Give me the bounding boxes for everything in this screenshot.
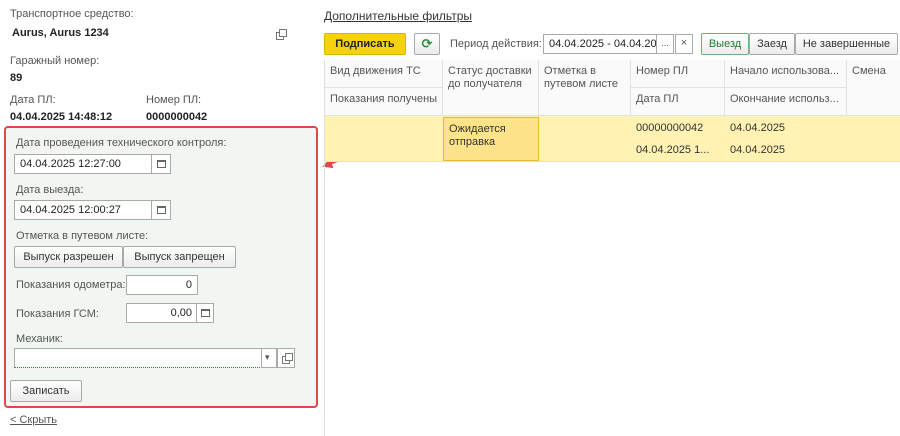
vehicle-value: Aurus, Aurus 1234 bbox=[12, 27, 109, 39]
header-shift[interactable]: Смена bbox=[847, 60, 900, 116]
cell-pl-number[interactable]: 00000000042 bbox=[631, 117, 725, 139]
period-clear-button[interactable]: × bbox=[675, 34, 693, 54]
fuel-label: Показания ГСМ: bbox=[16, 308, 99, 320]
open-icon bbox=[282, 353, 293, 364]
filter-arrival-button[interactable]: Заезд bbox=[749, 33, 795, 55]
hide-link[interactable]: < Скрыть bbox=[10, 414, 57, 426]
fuel-calculator-button[interactable] bbox=[196, 303, 214, 323]
departure-date-input[interactable]: 04.04.2025 12:00:27 bbox=[14, 200, 152, 220]
period-input[interactable]: 04.04.2025 - 04.04.20 bbox=[543, 34, 657, 54]
waybill-date-value: 04.04.2025 14:48:12 bbox=[10, 111, 113, 123]
mechanic-open-button[interactable] bbox=[277, 348, 295, 368]
departure-date-label: Дата выезда: bbox=[16, 184, 84, 196]
header-waybill-mark[interactable]: Отметка в путевом листе bbox=[539, 60, 631, 116]
technical-control-panel: Дата проведения технического контроля: 0… bbox=[4, 126, 318, 408]
header-readings-received[interactable]: Показания получены bbox=[325, 88, 443, 116]
waybill-number-value: 0000000042 bbox=[146, 111, 208, 123]
cell-delivery-status[interactable]: Ожидается отправка bbox=[443, 117, 539, 161]
departure-calendar-button[interactable] bbox=[151, 200, 171, 220]
mechanic-label: Механик: bbox=[16, 333, 63, 345]
release-denied-button[interactable]: Выпуск запрещен bbox=[123, 246, 236, 268]
filter-unfinished-button[interactable]: Не завершенные bbox=[795, 33, 898, 55]
cell-usage-start[interactable]: 04.04.2025 bbox=[725, 117, 847, 139]
odometer-input[interactable]: 0 bbox=[126, 275, 198, 295]
mechanic-input[interactable] bbox=[14, 348, 262, 368]
cell-usage-end[interactable]: 04.04.2025 bbox=[725, 139, 847, 161]
garage-number-label: Гаражный номер: bbox=[10, 55, 100, 67]
chevron-down-icon: ▾ bbox=[265, 352, 270, 362]
waybill-number-label: Номер ПЛ: bbox=[146, 94, 202, 106]
garage-number-value: 89 bbox=[10, 72, 23, 84]
mechanic-dropdown-button[interactable]: ▾ bbox=[261, 348, 277, 368]
header-usage-end[interactable]: Окончание использ... bbox=[725, 88, 847, 116]
refresh-icon: ⟳ bbox=[421, 36, 433, 51]
calendar-icon bbox=[157, 206, 166, 214]
filter-departure-button[interactable]: Выезд bbox=[701, 33, 749, 55]
period-select-button[interactable]: ... bbox=[656, 34, 674, 54]
tech-control-calendar-button[interactable] bbox=[151, 154, 171, 174]
fuel-input[interactable]: 0,00 bbox=[126, 303, 198, 323]
header-pl-number[interactable]: Номер ПЛ bbox=[631, 60, 725, 88]
release-allowed-button[interactable]: Выпуск разрешен bbox=[14, 246, 123, 268]
waybill-grid: Вид движения ТС Статус доставки до получ… bbox=[324, 60, 900, 436]
calculator-icon bbox=[201, 309, 210, 317]
tech-control-date-label: Дата проведения технического контроля: bbox=[16, 137, 227, 149]
header-delivery-status[interactable]: Статус доставки до получателя bbox=[443, 60, 539, 116]
cell-pl-date[interactable]: 04.04.2025 1... bbox=[631, 139, 725, 161]
extra-filters-link[interactable]: Дополнительные фильтры bbox=[324, 9, 472, 23]
waybill-date-label: Дата ПЛ: bbox=[10, 94, 56, 106]
period-label: Период действия: bbox=[450, 38, 542, 50]
save-button[interactable]: Записать bbox=[10, 380, 82, 402]
header-usage-start[interactable]: Начало использова... bbox=[725, 60, 847, 88]
header-pl-date[interactable]: Дата ПЛ bbox=[631, 88, 725, 116]
vehicle-label: Транспортное средство: bbox=[10, 8, 134, 20]
open-vehicle-icon[interactable] bbox=[276, 29, 287, 40]
header-movement-type[interactable]: Вид движения ТС bbox=[325, 60, 443, 88]
odometer-label: Показания одометра: bbox=[16, 279, 126, 291]
refresh-button[interactable]: ⟳ bbox=[414, 33, 440, 55]
table-row[interactable]: Ожидается отправка 00000000042 04.04.202… bbox=[325, 116, 900, 162]
calendar-icon bbox=[157, 160, 166, 168]
waybill-mark-label: Отметка в путевом листе: bbox=[16, 230, 149, 242]
tech-control-date-input[interactable]: 04.04.2025 12:27:00 bbox=[14, 154, 152, 174]
sign-button[interactable]: Подписать bbox=[324, 33, 406, 55]
